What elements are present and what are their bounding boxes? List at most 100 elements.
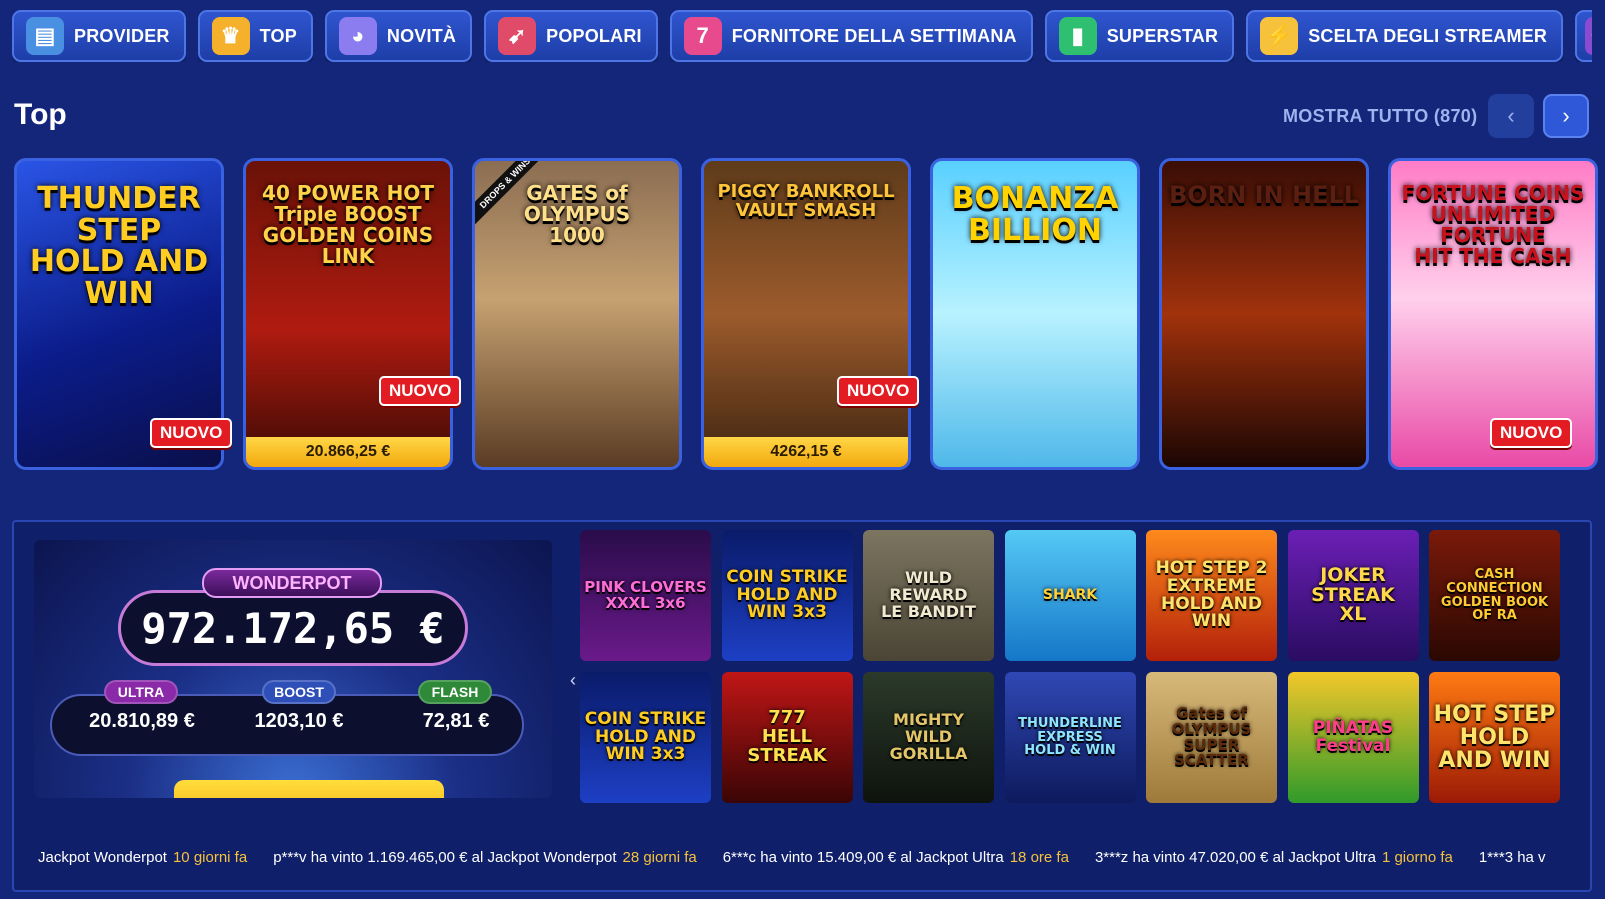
- ticker-text: 6***c ha vinto 15.409,00 € al Jackpot Ul…: [722, 848, 1004, 866]
- game-title: 40 POWER HOT Triple BOOST GOLDEN COINS L…: [262, 181, 434, 268]
- game-card[interactable]: PIGGY BANKROLL VAULT SMASH 4262,15 €: [701, 158, 911, 470]
- category-label: NOVITÀ: [386, 25, 457, 46]
- more-category-icon: ✦: [1585, 17, 1592, 55]
- show-all-link[interactable]: MOSTRA TUTTO (870): [1283, 106, 1477, 127]
- game-card[interactable]: 40 POWER HOT Triple BOOST GOLDEN COINS L…: [243, 158, 453, 470]
- lightning-icon: ⚡: [1260, 17, 1299, 55]
- category-label: SCELTA DEGLI STREAMER: [1308, 25, 1548, 46]
- tier-boost-tag: BOOST: [262, 680, 336, 704]
- carousel-next-button[interactable]: ›: [1543, 94, 1589, 138]
- ticker-entry: 6***c ha vinto 15.409,00 € al Jackpot Ul…: [723, 849, 1069, 866]
- play-now-button[interactable]: GIOCA ORA: [174, 780, 444, 798]
- jackpot-games-grid: ‹ › PINK CLOVERS XXXL 3x6COIN STRIKE HOL…: [570, 530, 1560, 812]
- category-label: FORNITORE DELLA SETTIMANA: [731, 25, 1017, 46]
- category-label: TOP: [259, 25, 297, 46]
- jackpot-game-tile[interactable]: PINK CLOVERS XXXL 3x6: [580, 530, 711, 661]
- ticker-entry: 3***z ha vinto 47.020,00 € al Jackpot Ul…: [1095, 849, 1453, 866]
- jackpot-game-tile[interactable]: THUNDERLINE EXPRESS HOLD & WIN: [1004, 672, 1136, 803]
- ticker-time: 28 giorni fa: [622, 848, 697, 866]
- tier-boost-value: 1203,10 €: [254, 710, 344, 732]
- jackpot-game-tile[interactable]: CASH CONNECTION GOLDEN BOOK OF RA: [1429, 530, 1560, 661]
- category-label: POPOLARI: [546, 25, 642, 46]
- jackpot-game-tile[interactable]: JOKER STREAK XL: [1287, 530, 1419, 661]
- jackpot-game-tile[interactable]: HOT STEP HOLD AND WIN: [1429, 672, 1560, 803]
- tile-title: HOT STEP HOLD AND WIN: [1433, 701, 1556, 774]
- category-bottle[interactable]: ▮ SUPERSTAR: [1044, 10, 1235, 62]
- tile-title: PIÑATAS Festival: [1312, 717, 1394, 756]
- jackpot-game-tile[interactable]: PIÑATAS Festival: [1287, 672, 1419, 803]
- jackpot-game-tile[interactable]: SHARK: [1004, 530, 1136, 661]
- category-label: SUPERSTAR: [1106, 25, 1219, 46]
- ticker-entry: Jackpot Wonderpot 10 giorni fa: [38, 849, 247, 866]
- ticker-text: 1***3 ha v: [1478, 848, 1546, 866]
- game-card[interactable]: BORN IN HELL: [1159, 158, 1369, 470]
- slot-seven-icon: 7: [683, 17, 722, 55]
- tile-title: WILD REWARD LE BANDIT: [881, 568, 976, 621]
- tile-title: HOT STEP 2 EXTREME HOLD AND WIN: [1155, 557, 1268, 632]
- ticker-time: 1 giorno fa: [1381, 848, 1453, 866]
- category-rocket[interactable]: ➹ POPOLARI: [484, 10, 658, 62]
- chevron-left-icon: ‹: [1507, 103, 1515, 128]
- provider-icon: ▤: [26, 17, 64, 55]
- category-more[interactable]: ✦: [1575, 10, 1592, 62]
- jackpot-game-tile[interactable]: Gates of OLYMPUS SUPER SCATTER: [1146, 672, 1277, 803]
- tile-title: Gates of OLYMPUS SUPER SCATTER: [1171, 704, 1252, 770]
- chevron-right-icon: ›: [1562, 103, 1570, 128]
- category-megaphone[interactable]: ◕ NOVITÀ: [324, 10, 473, 62]
- tile-title: COIN STRIKE HOLD AND WIN 3x3: [584, 708, 707, 765]
- game-title: BONANZA BILLION: [951, 181, 1119, 248]
- tile-title: MIGHTY WILD GORILLA: [889, 710, 968, 763]
- jackpot-amount: 4262,15 €: [704, 437, 908, 467]
- jackpot-game-tile[interactable]: COIN STRIKE HOLD AND WIN 3x3: [721, 530, 853, 661]
- trophy-icon: ♛: [211, 17, 250, 55]
- jackpot-game-tile[interactable]: COIN STRIKE HOLD AND WIN 3x3: [580, 672, 711, 803]
- carousel-prev-button[interactable]: ‹: [1488, 94, 1534, 138]
- new-badge: NUOVO: [1490, 418, 1573, 448]
- winners-ticker: Jackpot Wonderpot 10 giorni fa p***v ha vi…: [38, 842, 1588, 872]
- category-slot-seven[interactable]: 7 FORNITORE DELLA SETTIMANA: [669, 10, 1033, 62]
- top-games-row: THUNDER STEP HOLD AND WIN 40 POWER HOT Tr…: [14, 158, 1598, 470]
- ticker-time: 10 giorni fa: [172, 848, 248, 866]
- jackpot-game-tile[interactable]: WILD REWARD LE BANDIT: [863, 530, 994, 661]
- section-title: Top: [14, 98, 67, 131]
- game-card[interactable]: BONANZA BILLION: [930, 158, 1140, 470]
- new-badge: NUOVO: [379, 376, 462, 406]
- tile-title: COIN STRIKE HOLD AND WIN 3x3: [726, 566, 848, 623]
- category-trophy[interactable]: ♛ TOP: [197, 10, 313, 62]
- game-card[interactable]: GATES of OLYMPUS 1000 DROPS & WINS: [472, 158, 682, 470]
- game-title: THUNDER STEP HOLD AND WIN: [29, 181, 209, 311]
- wonderpot-label: WONDERPOT: [202, 568, 382, 598]
- game-title: FORTUNE COINS UNLIMITED FORTUNE HIT THE …: [1401, 181, 1585, 268]
- tile-title: PINK CLOVERS XXXL 3x6: [584, 577, 707, 612]
- category-lightning[interactable]: ⚡ SCELTA DEGLI STREAMER: [1246, 10, 1564, 62]
- tier-flash-tag: FLASH: [418, 680, 492, 704]
- new-badge: NUOVO: [837, 376, 920, 406]
- game-title: BORN IN HELL: [1168, 181, 1360, 209]
- tier-flash-value: 72,81 €: [422, 710, 490, 732]
- tile-title: THUNDERLINE EXPRESS HOLD & WIN: [1018, 716, 1122, 759]
- wonderpot-panel: 972.172,65 € WONDERPOT ULTRA BOOST FLASH…: [34, 540, 552, 798]
- wonderpot-total: 972.172,65 €: [118, 590, 468, 666]
- jackpot-game-tile[interactable]: 777 HELL STREAK: [721, 672, 853, 803]
- rocket-icon: ➹: [498, 17, 537, 55]
- ticker-text: Jackpot Wonderpot: [38, 848, 167, 866]
- grid-prev-arrow[interactable]: ‹: [570, 670, 576, 691]
- ticker-time: 18 ore fa: [1009, 848, 1069, 866]
- game-title: PIGGY BANKROLL VAULT SMASH: [717, 181, 895, 221]
- ticker-entry: p***v ha vinto 1.169.465,00 € al Jackpot…: [273, 849, 697, 866]
- ticker-text: p***v ha vinto 1.169.465,00 € al Jackpot…: [273, 848, 617, 866]
- tier-ultra-tag: ULTRA: [104, 680, 178, 704]
- jackpot-game-tile[interactable]: MIGHTY WILD GORILLA: [863, 672, 994, 803]
- new-badge: NUOVO: [150, 418, 233, 448]
- tile-title: JOKER STREAK XL: [1311, 563, 1395, 626]
- jackpot-amount: 20.866,25 €: [246, 437, 450, 467]
- tile-title: SHARK: [1042, 587, 1098, 604]
- ticker-text: 3***z ha vinto 47.020,00 € al Jackpot Ul…: [1094, 848, 1376, 866]
- category-bar: ▤ PROVIDER ♛ TOP ◕ NOVITÀ ➹ POPOLARI 7 FORNITORE …: [12, 10, 1592, 62]
- jackpot-game-tile[interactable]: HOT STEP 2 EXTREME HOLD AND WIN: [1146, 530, 1277, 661]
- megaphone-icon: ◕: [338, 17, 377, 55]
- jackpot-section: 972.172,65 € WONDERPOT ULTRA BOOST FLASH…: [12, 520, 1592, 892]
- bottle-icon: ▮: [1058, 17, 1097, 55]
- tier-ultra-value: 20.810,89 €: [89, 710, 195, 732]
- category-provider[interactable]: ▤ PROVIDER: [12, 10, 186, 62]
